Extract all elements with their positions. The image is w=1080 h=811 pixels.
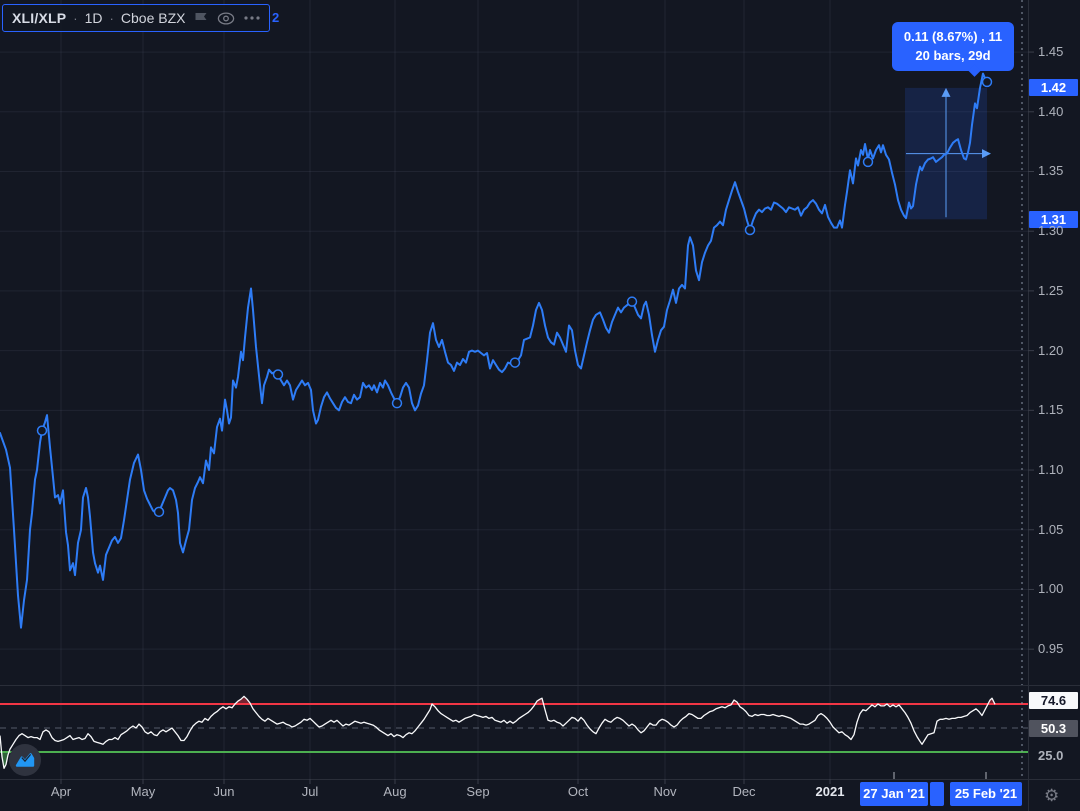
drawings-count-badge: 2 xyxy=(272,10,280,25)
time-axis-month-label: 2021 xyxy=(815,784,845,799)
drawing-anchor-marker[interactable] xyxy=(391,397,403,409)
time-axis-month-label: Aug xyxy=(383,784,407,799)
time-axis-month-label: May xyxy=(130,784,156,799)
area-chart-logo[interactable] xyxy=(9,744,41,776)
symbol-legend[interactable]: XLI/XLP · 1D · Cboe BZX xyxy=(2,4,271,32)
drawing-anchor-marker[interactable] xyxy=(509,357,521,368)
drawing-anchor-marker[interactable] xyxy=(626,296,638,307)
price-axis-tick-label: 1.10 xyxy=(1038,462,1064,477)
flag-icon[interactable] xyxy=(194,12,208,24)
price-axis-tick-label: 1.15 xyxy=(1038,402,1064,417)
time-axis-month-label: Jul xyxy=(301,784,319,799)
drawing-anchor-marker[interactable] xyxy=(36,425,48,436)
legend-separator: · xyxy=(109,10,114,26)
price-axis-tick-label: 1.45 xyxy=(1038,44,1064,59)
price-axis-tick-label: 1.40 xyxy=(1038,104,1064,119)
drawing-anchor-marker[interactable] xyxy=(272,369,284,380)
eye-icon[interactable] xyxy=(217,11,235,25)
time-axis-month-label: Apr xyxy=(50,784,72,799)
drawing-anchor-marker[interactable] xyxy=(744,224,756,236)
price-axis-tick-label: 0.95 xyxy=(1038,641,1064,656)
trading-chart-window: XLI/XLP · 1D · Cboe BZX 2 0.11 (8.67%) ,… xyxy=(0,0,1080,811)
more-ellipsis-icon[interactable] xyxy=(244,16,261,20)
price-axis-tick-label: 1.35 xyxy=(1038,163,1064,178)
price-axis-tick-label: 1.20 xyxy=(1038,343,1064,358)
measure-change-line: 0.11 (8.67%) , 11 xyxy=(903,29,1003,44)
chart-canvas[interactable] xyxy=(0,0,1080,811)
symbol-name[interactable]: XLI/XLP xyxy=(12,10,66,26)
measure-bars-line: 20 bars, 29d xyxy=(915,48,991,63)
exchange-label: Cboe BZX xyxy=(120,10,186,26)
time-axis-month-label: Nov xyxy=(653,784,677,799)
price-axis-tick-label: 1.25 xyxy=(1038,283,1064,298)
drawing-anchor-marker[interactable] xyxy=(862,156,874,168)
gear-icon[interactable]: ⚙ xyxy=(1044,786,1059,806)
measure-tooltip: 0.11 (8.67%) , 11 20 bars, 29d xyxy=(892,22,1014,71)
rsi-line-series xyxy=(0,695,996,769)
time-axis-month-label: Dec xyxy=(732,784,756,799)
time-axis-month-label: Oct xyxy=(567,784,589,799)
time-axis-month-label: Jun xyxy=(213,784,235,799)
drawing-anchor-marker[interactable] xyxy=(981,76,993,88)
time-axis-month-label: Sep xyxy=(466,784,490,799)
legend-separator: · xyxy=(73,10,78,26)
drawing-anchor-marker[interactable] xyxy=(153,506,165,518)
price-axis-tick-label: 1.30 xyxy=(1038,223,1064,238)
price-axis-tick-label: 1.00 xyxy=(1038,581,1064,596)
interval-label[interactable]: 1D xyxy=(85,10,103,26)
price-axis-tick-label: 1.05 xyxy=(1038,522,1064,537)
